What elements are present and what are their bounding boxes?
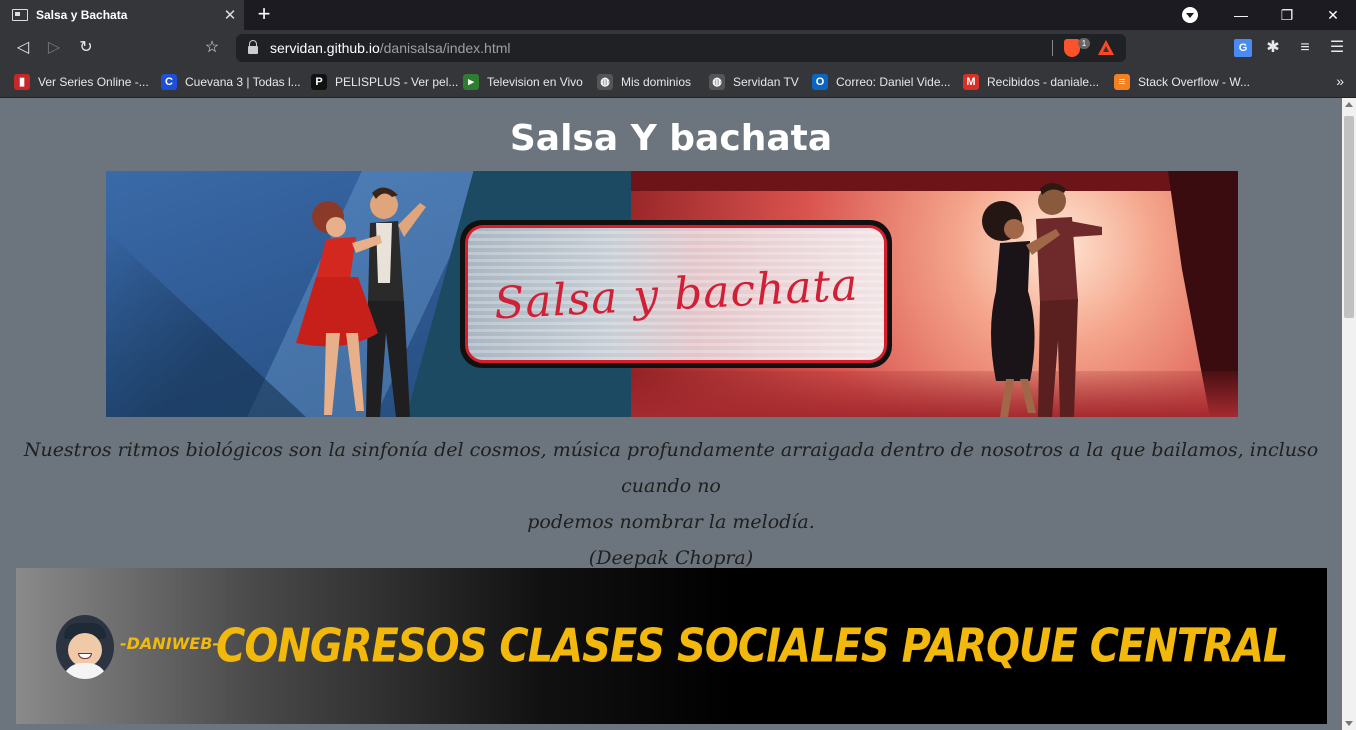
- menu-icon[interactable]: ☰: [1326, 37, 1348, 59]
- navigation-toolbar: ◁ ▷ ↻ ☆ servidan.github.io/danisalsa/ind…: [0, 30, 1356, 66]
- bookmark-label: Servidan TV: [733, 75, 799, 89]
- tab-search-icon[interactable]: [1182, 7, 1198, 23]
- quote-line: podemos nombrar la melodía.: [527, 511, 815, 533]
- bookmark-item[interactable]: O Correo: Daniel Vide...: [812, 72, 951, 92]
- bookmark-label: Recibidos - daniale...: [987, 75, 1100, 89]
- bookmark-label: Mis dominios: [621, 75, 692, 89]
- url-text[interactable]: servidan.github.io/danisalsa/index.html: [270, 40, 511, 56]
- shields-count-badge: 1: [1078, 38, 1090, 49]
- reload-icon[interactable]: ↻: [75, 37, 97, 59]
- bookmark-item[interactable]: ▮ Ver Series Online -...: [14, 72, 149, 92]
- bookmarks-overflow-icon[interactable]: »: [1336, 73, 1344, 89]
- banner-sign-plate: Salsa y bachata: [465, 225, 887, 363]
- scroll-down-icon[interactable]: [1345, 721, 1353, 726]
- tab-favicon-icon: [12, 9, 28, 21]
- window-controls: — ❐ ✕: [1182, 0, 1356, 30]
- bookmark-label: Television en Vivo: [487, 75, 583, 89]
- playlist-icon[interactable]: ≡: [1294, 37, 1316, 59]
- bookmarks-bar: ▮ Ver Series Online -... C Cuevana 3 | Tod…: [0, 66, 1356, 98]
- url-divider: [1052, 40, 1053, 56]
- tab-close-icon[interactable]: ✕: [216, 6, 244, 24]
- bookmark-label: Stack Overflow - W...: [1138, 75, 1251, 89]
- bookmark-item[interactable]: ◍ Servidan TV: [709, 72, 799, 92]
- promo-banner: -DANIWEB- CONGRESOS CLASES SOCIALES PARQ…: [16, 568, 1327, 724]
- banner-sign: Salsa y bachata: [460, 220, 892, 368]
- extensions-puzzle-icon[interactable]: ✱: [1262, 37, 1284, 59]
- translate-extension-icon[interactable]: G: [1234, 39, 1252, 57]
- address-bar[interactable]: servidan.github.io/danisalsa/index.html …: [236, 34, 1126, 62]
- bookmark-icon[interactable]: ☆: [201, 37, 223, 59]
- page-title: Salsa Y bachata: [509, 118, 833, 159]
- bookmark-favicon-icon: O: [812, 74, 828, 90]
- tab-title: Salsa y Bachata: [36, 8, 128, 22]
- bookmark-favicon-icon: ▸: [463, 74, 479, 90]
- banner-sign-text: Salsa y bachata: [492, 258, 860, 330]
- tab-strip: Salsa y Bachata ✕ + — ❐ ✕: [0, 0, 1356, 30]
- bookmark-favicon-icon: ▮: [14, 74, 30, 90]
- banner-curtain-top: [631, 171, 1238, 191]
- bookmark-item[interactable]: ▸ Television en Vivo: [463, 72, 583, 92]
- page-viewport: Salsa Y bachata Salsa y bachata Nuestros…: [0, 98, 1342, 730]
- avatar-face: [68, 633, 102, 667]
- avatar-shirt: [62, 663, 108, 679]
- lock-icon[interactable]: [248, 40, 258, 54]
- bookmark-favicon-icon: ◍: [709, 74, 725, 90]
- bookmark-item[interactable]: P PELISPLUS - Ver pel...: [311, 72, 458, 92]
- scroll-up-icon[interactable]: [1345, 102, 1353, 107]
- new-tab-button[interactable]: +: [252, 3, 276, 27]
- bachata-couple-illustration: [982, 183, 1102, 417]
- hero-banner-image: Salsa y bachata: [106, 171, 1238, 417]
- promo-brand: -DANIWEB-: [120, 634, 220, 653]
- banner-audience: [631, 371, 1238, 417]
- close-window-button[interactable]: ✕: [1310, 7, 1356, 24]
- back-icon[interactable]: ◁: [12, 37, 34, 59]
- tab-active[interactable]: Salsa y Bachata ✕: [0, 0, 244, 30]
- quote-line: Nuestros ritmos biológicos son la sinfon…: [23, 439, 1319, 497]
- bookmark-item[interactable]: C Cuevana 3 | Todas l...: [161, 72, 301, 92]
- salsa-couple-illustration: [296, 187, 426, 417]
- bookmark-favicon-icon: M: [963, 74, 979, 90]
- bookmark-favicon-icon: ≡: [1114, 74, 1130, 90]
- url-host: servidan.github.io: [270, 40, 380, 56]
- minimize-button[interactable]: —: [1218, 7, 1264, 23]
- bookmark-item[interactable]: M Recibidos - daniale...: [963, 72, 1099, 92]
- scrollbar-thumb[interactable]: [1344, 116, 1354, 318]
- forward-icon[interactable]: ▷: [43, 37, 65, 59]
- bookmark-label: Correo: Daniel Vide...: [836, 75, 951, 89]
- bookmark-label: PELISPLUS - Ver pel...: [335, 75, 459, 89]
- promo-headline: CONGRESOS CLASES SOCIALES PARQUE CENTRAL: [216, 620, 1288, 673]
- brave-rewards-icon[interactable]: [1098, 40, 1114, 55]
- bookmark-item[interactable]: ≡ Stack Overflow - W...: [1114, 72, 1250, 92]
- quote-block: Nuestros ritmos biológicos son la sinfon…: [20, 432, 1322, 576]
- bookmark-label: Ver Series Online -...: [38, 75, 149, 89]
- bookmark-favicon-icon: ◍: [597, 74, 613, 90]
- bookmark-label: Cuevana 3 | Todas l...: [185, 75, 301, 89]
- bookmark-favicon-icon: C: [161, 74, 177, 90]
- bookmark-item[interactable]: ◍ Mis dominios: [597, 72, 691, 92]
- page-scrollbar[interactable]: [1342, 98, 1356, 730]
- bookmark-favicon-icon: P: [311, 74, 327, 90]
- url-path: /danisalsa/index.html: [379, 40, 511, 56]
- restore-button[interactable]: ❐: [1264, 7, 1310, 24]
- avatar: [56, 615, 114, 679]
